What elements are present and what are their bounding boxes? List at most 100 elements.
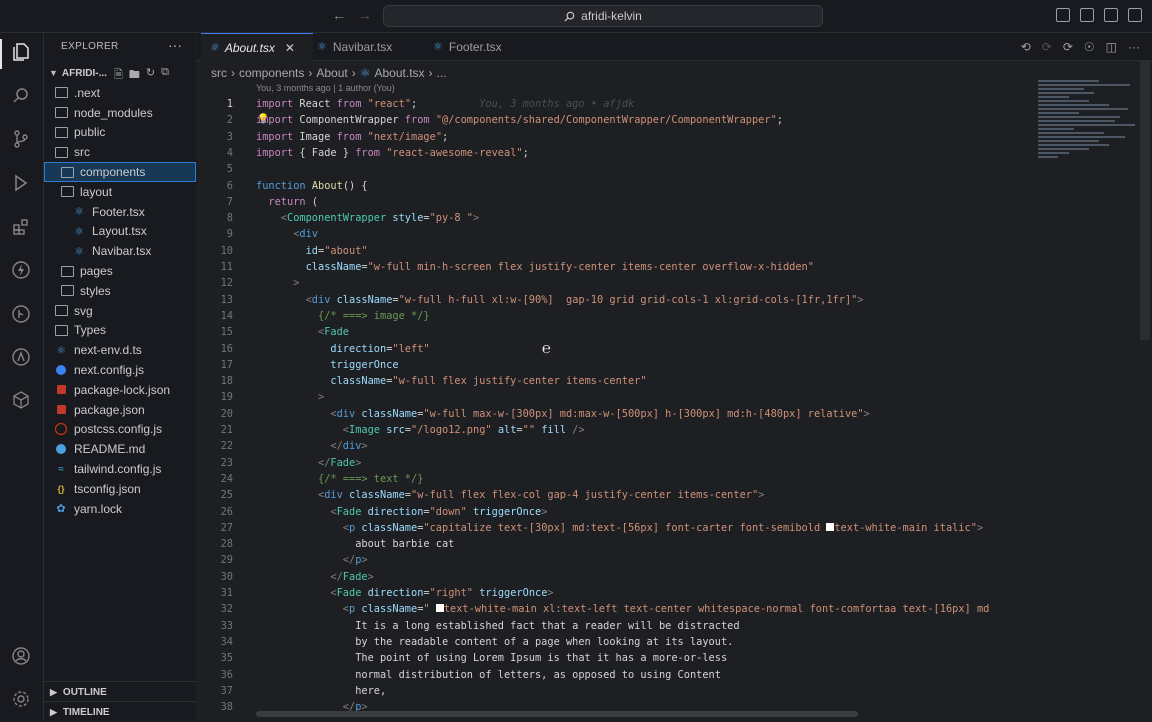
settings-gear-icon[interactable] <box>10 688 32 710</box>
forward-arrow-icon[interactable]: → <box>358 7 372 23</box>
code-line[interactable]: 30 </Fade> <box>197 569 1037 585</box>
tree-item[interactable]: Types <box>44 321 196 341</box>
thunder-client-icon[interactable] <box>10 259 32 281</box>
code-line[interactable]: 9 <div <box>197 226 1037 242</box>
run-debug-icon[interactable] <box>10 172 32 194</box>
breadcrumb-item[interactable]: About.tsx <box>375 66 425 80</box>
search-icon[interactable] <box>10 85 32 107</box>
code-line[interactable]: 5 <box>197 161 1037 177</box>
code-line[interactable]: 24 {/* ===> text */} <box>197 471 1037 487</box>
outline-section[interactable]: ▶ OUTLINE <box>44 681 196 702</box>
code-line[interactable]: 10 id="about" <box>197 243 1037 259</box>
tree-item[interactable]: ⚛ Layout.tsx <box>44 222 196 242</box>
code-line[interactable]: 25 <div className="w-full flex flex-col g… <box>197 487 1037 503</box>
code-line[interactable]: 31 <Fade direction="right" triggerOnce> <box>197 585 1037 601</box>
breadcrumb-item[interactable]: ... <box>437 66 447 80</box>
code-line[interactable]: 36 normal distribution of letters, as opp… <box>197 667 1037 683</box>
code-line[interactable]: 16 direction="left" <box>197 341 1037 357</box>
git-lens-icon[interactable]: ☉ <box>1084 40 1095 54</box>
breadcrumb-item[interactable]: src <box>211 66 227 80</box>
tree-item[interactable]: svg <box>44 301 196 321</box>
source-control-icon[interactable] <box>10 128 32 150</box>
more-actions-icon[interactable]: ··· <box>1128 40 1140 54</box>
toggle-panel-icon[interactable] <box>1080 8 1094 22</box>
tree-item[interactable]: package.json <box>44 400 196 420</box>
minimap[interactable] <box>1038 80 1140 190</box>
code-line[interactable]: 20 <div className="w-full max-w-[300px] m… <box>197 406 1037 422</box>
split-editor-icon[interactable]: ◫ <box>1106 40 1117 54</box>
code-line[interactable]: 27 <p className="capitalize text-[30px] m… <box>197 520 1037 536</box>
git-graph-icon[interactable] <box>10 303 32 325</box>
extensions-icon[interactable] <box>10 216 32 238</box>
tree-item[interactable]: ≈ tailwind.config.js <box>44 459 196 479</box>
timeline-section[interactable]: ▶ TIMELINE <box>44 701 196 722</box>
code-line[interactable]: 33 It is a long established fact that a r… <box>197 618 1037 634</box>
tree-item[interactable]: ⚛ Navibar.tsx <box>44 241 196 261</box>
code-line[interactable]: 8 <ComponentWrapper style="py-8 "> <box>197 210 1037 226</box>
code-line[interactable]: 13 <div className="w-full h-full xl:w-[90… <box>197 292 1037 308</box>
code-line[interactable]: 4 import { Fade } from "react-awesome-rev… <box>197 145 1037 161</box>
breadcrumb-item[interactable]: About <box>316 66 347 80</box>
tree-item[interactable]: {} tsconfig.json <box>44 479 196 499</box>
code-line[interactable]: 18 className="w-full flex justify-center … <box>197 373 1037 389</box>
code-editor[interactable]: 1 import React from "react"; You, 3 month… <box>197 95 1037 720</box>
account-icon[interactable] <box>10 645 32 667</box>
toggle-secondary-sidebar-icon[interactable] <box>1104 8 1118 22</box>
code-line[interactable]: 💡 2 import ComponentWrapper from "@/compon… <box>197 112 1037 128</box>
code-line[interactable]: 28 about barbie cat <box>197 536 1037 552</box>
code-line[interactable]: 15 <Fade <box>197 324 1037 340</box>
tree-item[interactable]: package-lock.json <box>44 380 196 400</box>
tree-item[interactable]: postcss.config.js <box>44 420 196 440</box>
tree-item[interactable]: pages <box>44 261 196 281</box>
remote-explorer-icon[interactable] <box>10 346 32 368</box>
code-line[interactable]: 23 </Fade> <box>197 455 1037 471</box>
tree-item[interactable]: node_modules <box>44 103 196 123</box>
tree-item[interactable]: ✿ yarn.lock <box>44 499 196 519</box>
code-line[interactable]: 19 > <box>197 389 1037 405</box>
code-line[interactable]: 35 The point of using Lorem Ipsum is that… <box>197 650 1037 666</box>
tree-item[interactable]: styles <box>44 281 196 301</box>
code-lens-blame[interactable]: You, 3 months ago | 1 author (You) <box>256 83 395 93</box>
code-line[interactable]: 26 <Fade direction="down" triggerOnce> <box>197 504 1037 520</box>
tab-about[interactable]: ⚛ About.tsx ✕ <box>201 33 313 61</box>
code-line[interactable]: 32 <p className=" text-white-main xl:text… <box>197 601 1037 617</box>
horizontal-scrollbar[interactable] <box>256 711 858 717</box>
back-arrow-icon[interactable]: ← <box>332 7 346 23</box>
code-line[interactable]: 29 </p> <box>197 552 1037 568</box>
tab-navibar[interactable]: ⚛ Navibar.tsx <box>311 33 427 60</box>
tree-item[interactable]: README.md <box>44 439 196 459</box>
code-line[interactable]: 11 className="w-full min-h-screen flex ju… <box>197 259 1037 275</box>
code-line[interactable]: 37 here, <box>197 683 1037 699</box>
breadcrumb-item[interactable]: components <box>239 66 304 80</box>
code-line[interactable]: 3 import Image from "next/image"; <box>197 129 1037 145</box>
workspace-root[interactable]: ▼ AFRIDI-... 🗎 🖿 ↻ ⧉ <box>44 63 196 83</box>
close-icon[interactable]: ✕ <box>285 41 295 55</box>
go-back-icon[interactable]: ⟲ <box>1021 40 1031 54</box>
go-forward-icon[interactable]: ⟳ <box>1042 40 1052 54</box>
tree-item[interactable]: src <box>44 142 196 162</box>
tree-item[interactable]: components <box>44 162 196 182</box>
docker-icon[interactable] <box>10 389 32 411</box>
toggle-primary-sidebar-icon[interactable] <box>1056 8 1070 22</box>
tree-item[interactable]: ⚛ Footer.tsx <box>44 202 196 222</box>
more-actions-icon[interactable]: ··· <box>168 37 182 53</box>
tree-item[interactable]: .next <box>44 83 196 103</box>
tree-item[interactable]: public <box>44 123 196 143</box>
tree-item[interactable]: next.config.js <box>44 360 196 380</box>
code-line[interactable]: 6 function About() { <box>197 178 1037 194</box>
open-changes-icon[interactable]: ⟳ <box>1063 40 1073 54</box>
code-line[interactable]: 1 import React from "react"; You, 3 month… <box>197 96 1037 112</box>
tree-item[interactable]: layout <box>44 182 196 202</box>
vertical-scrollbar[interactable] <box>1140 60 1150 340</box>
customize-layout-icon[interactable] <box>1128 8 1142 22</box>
command-center-search[interactable]: afridi-kelvin <box>383 5 823 27</box>
tab-footer[interactable]: ⚛ Footer.tsx <box>427 33 543 60</box>
code-line[interactable]: 21 <Image src="/logo12.png" alt="" fill /… <box>197 422 1037 438</box>
code-line[interactable]: 7 return ( <box>197 194 1037 210</box>
explorer-icon[interactable] <box>10 41 32 63</box>
code-line[interactable]: 17 triggerOnce <box>197 357 1037 373</box>
code-line[interactable]: 34 by the readable content of a page when… <box>197 634 1037 650</box>
code-line[interactable]: 22 </div> <box>197 438 1037 454</box>
tree-item[interactable]: ⚛ next-env.d.ts <box>44 340 196 360</box>
code-line[interactable]: 14 {/* ===> image */} <box>197 308 1037 324</box>
